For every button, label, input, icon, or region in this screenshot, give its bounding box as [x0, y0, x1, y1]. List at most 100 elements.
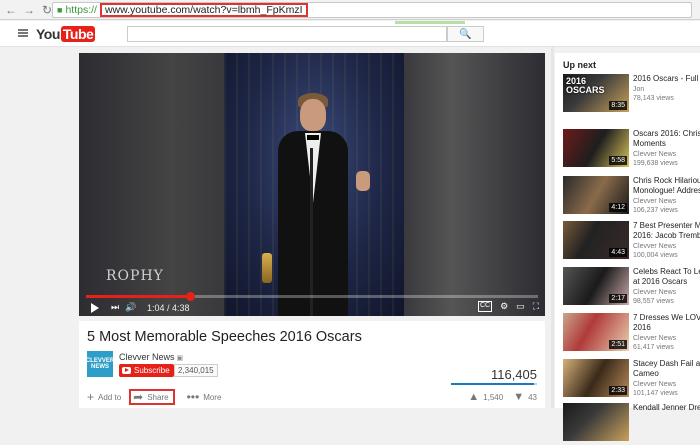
address-bar[interactable]: ■ https:// www.youtube.com/watch?v=lbmh_…: [52, 2, 692, 18]
search-button[interactable]: 🔍: [447, 26, 484, 42]
video-thumbnail[interactable]: 2:17: [563, 267, 629, 305]
video-frame: [224, 53, 404, 316]
page-scrollbar[interactable]: [551, 47, 554, 408]
logo-you-text: You: [36, 26, 60, 42]
recommended-meta: Clevver News 98,557 views: [633, 289, 677, 305]
video-duration: 2:33: [609, 386, 627, 395]
video-thumbnail[interactable]: 2:33: [563, 359, 629, 397]
share-label: Share: [147, 392, 169, 402]
recommended-title[interactable]: Stacey Dash Fail at Cameo: [633, 359, 700, 379]
up-next-sidebar: Up next 2016 OSCARS 8:35 2016 Oscars - Full…: [555, 53, 700, 441]
recommended-meta: Clevver News 199,638 views: [633, 151, 678, 167]
recommended-video[interactable]: 2016OSCARS 8:35 2016 Oscars - Full Sh Jon78…: [563, 74, 700, 116]
logo-tube-text: Tube: [60, 26, 96, 42]
youtube-logo[interactable]: You Tube: [36, 26, 96, 42]
video-player[interactable]: ROPHY ⏭ 🔊 1:04 / 4:38 CC ⚙ ▭ ⛶: [79, 53, 545, 316]
video-actions: + Add to ➦ Share ••• More: [87, 389, 233, 405]
video-thumbnail[interactable]: 5:58: [563, 129, 629, 167]
like-count: 1,540: [483, 392, 504, 402]
microphone-stand: [310, 148, 313, 316]
video-thumbnail[interactable]: [563, 403, 629, 441]
video-duration: 4:12: [609, 203, 627, 212]
channel-avatar[interactable]: CLEVVER NEWS: [86, 351, 114, 377]
recommended-video[interactable]: 2:17 Celebs React To Leo at 2016 Oscars Cle…: [563, 267, 700, 309]
recommended-video[interactable]: 5:58 Oscars 2016: Chris RMoments Clevver N…: [563, 129, 700, 171]
verified-icon: ▣: [176, 355, 184, 362]
url-text[interactable]: www.youtube.com/watch?v=lbmh_FpKmzI: [99, 3, 308, 17]
speaker-bowtie: [307, 135, 319, 140]
video-duration: 2:51: [609, 340, 627, 349]
browser-toolbar: ← → ↻ ■ https:// www.youtube.com/watch?v…: [0, 0, 700, 20]
volume-icon[interactable]: 🔊: [123, 302, 139, 314]
recommended-meta: Clevver News 61,417 views: [633, 335, 677, 351]
share-button[interactable]: ➦ Share: [129, 389, 175, 405]
video-info-panel: 5 Most Memorable Speeches 2016 Oscars CL…: [79, 321, 545, 408]
up-next-heading: Up next: [563, 60, 597, 70]
more-dots-icon: •••: [186, 390, 200, 404]
next-icon[interactable]: ⏭: [107, 302, 123, 314]
play-icon[interactable]: [91, 302, 99, 313]
youtube-play-icon: [122, 367, 131, 374]
plus-icon: +: [87, 390, 95, 404]
recommended-video[interactable]: 4:12 Chris Rock Hilarious Monologue! Addre…: [563, 176, 700, 218]
recommended-video[interactable]: 2:51 7 Dresses We LOVED2016 Clevver News61…: [563, 313, 700, 355]
time-display: 1:04 / 4:38: [147, 302, 190, 313]
like-ratio-bar: [451, 383, 537, 385]
video-duration: 8:35: [609, 101, 627, 110]
recommended-video[interactable]: 4:43 7 Best Presenter Mo 2016: Jacob Tremb…: [563, 221, 700, 263]
subscribe-label: Subscribe: [134, 366, 170, 375]
progress-fill: [86, 295, 190, 298]
thumbs-up-icon[interactable]: ▲: [468, 391, 479, 403]
recommended-title[interactable]: Kendall Jenner Dress: [633, 403, 700, 413]
recommended-video[interactable]: Kendall Jenner Dress: [563, 403, 700, 445]
dislike-count: 43: [528, 392, 537, 402]
like-dislike-row: ▲ 1,540 ▼ 43: [468, 391, 537, 403]
search-input[interactable]: [127, 26, 447, 42]
captions-icon[interactable]: CC: [477, 301, 493, 312]
add-to-label: Add to: [98, 392, 122, 402]
channel-name[interactable]: Clevver News: [119, 352, 175, 362]
recommended-title[interactable]: Oscars 2016: Chris RMoments: [633, 129, 700, 149]
recommended-title[interactable]: Celebs React To Leo at 2016 Oscars: [633, 267, 700, 287]
recommended-title[interactable]: Chris Rock Hilarious Monologue! Address: [633, 176, 700, 196]
recommended-meta: Jon 78,143 views: [633, 86, 674, 102]
thumbs-down-icon[interactable]: ▼: [513, 391, 524, 403]
player-right-controls: CC ⚙ ▭ ⛶: [477, 301, 539, 312]
recommended-meta: Clevver News 100,004 views: [633, 243, 678, 259]
video-thumbnail[interactable]: 4:12: [563, 176, 629, 214]
fullscreen-icon[interactable]: ⛶: [533, 301, 539, 312]
search-icon: 🔍: [459, 28, 472, 40]
recommended-title[interactable]: 7 Best Presenter Mo2016: Jacob Trembla: [633, 221, 700, 241]
more-button[interactable]: ••• More: [187, 389, 222, 405]
recommended-title[interactable]: 7 Dresses We LOVED2016: [633, 313, 700, 333]
recommended-title[interactable]: 2016 Oscars - Full Sh: [633, 74, 700, 84]
recommended-meta: Clevver News 101,147 views: [633, 381, 678, 397]
theater-mode-icon[interactable]: ▭: [516, 301, 525, 312]
recommended-video[interactable]: 2:33 Stacey Dash Fail at Cameo Clevver News…: [563, 359, 700, 401]
site-header: You Tube 🔍: [0, 21, 700, 47]
subscribe-button[interactable]: Subscribe: [119, 364, 174, 377]
like-ratio-fill: [451, 383, 535, 385]
settings-gear-icon[interactable]: ⚙: [500, 301, 508, 312]
video-duration: 2:17: [609, 294, 627, 303]
back-icon[interactable]: ←: [4, 3, 18, 17]
share-arrow-icon: ➦: [133, 390, 144, 404]
url-scheme: https://: [65, 4, 97, 16]
add-to-button[interactable]: + Add to: [87, 389, 121, 405]
channel-name-row: Clevver News ▣: [119, 352, 183, 362]
lock-icon: ■: [57, 5, 63, 15]
view-count: 116,405: [490, 367, 537, 382]
subscriber-count: 2,340,015: [174, 364, 218, 377]
loading-strip: [395, 21, 465, 24]
forward-icon[interactable]: →: [22, 3, 36, 17]
video-thumbnail[interactable]: 4:43: [563, 221, 629, 259]
progress-bar[interactable]: [86, 292, 538, 301]
more-label: More: [203, 392, 222, 402]
player-controls: ⏭ 🔊 1:04 / 4:38 CC ⚙ ▭ ⛶: [79, 299, 545, 316]
video-duration: 4:43: [609, 248, 627, 257]
video-thumbnail[interactable]: 2:51: [563, 313, 629, 351]
video-thumbnail[interactable]: 2016 OSCARS 8:35: [563, 74, 629, 112]
hamburger-menu-icon[interactable]: [18, 29, 28, 37]
thumbnail-text: 2016 OSCARS: [566, 76, 605, 95]
oscar-statuette: [262, 253, 272, 283]
